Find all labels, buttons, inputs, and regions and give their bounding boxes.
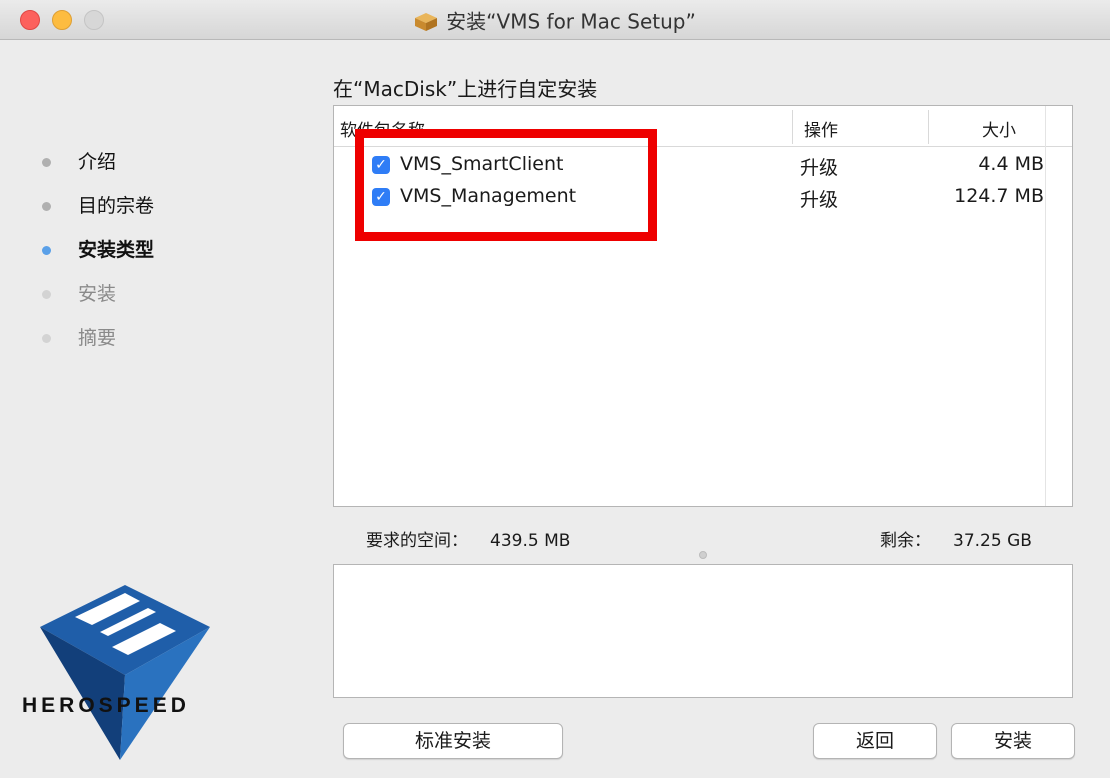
step-label: 摘要 (78, 327, 117, 349)
space-required-value: 439.5 MB (490, 531, 571, 551)
column-header-size[interactable]: 大小 (982, 116, 1016, 141)
step-label: 介绍 (78, 151, 117, 173)
space-remaining-label: 剩余： (880, 531, 931, 551)
page-heading: 在“MacDisk”上进行自定安装 (333, 77, 598, 101)
package-icon (415, 12, 438, 31)
window-title-text: 安装“VMS for Mac Setup” (446, 9, 696, 34)
step-dot (42, 202, 51, 211)
step-dot-current (42, 246, 51, 255)
column-divider (792, 110, 793, 144)
space-remaining-value: 37.25 GB (953, 531, 1032, 551)
step-label: 安装类型 (78, 239, 155, 261)
window-title: 安装“VMS for Mac Setup” (0, 0, 1110, 40)
annotation-highlight-box (355, 129, 657, 241)
package-size: 4.4 MB (978, 153, 1044, 175)
back-button[interactable]: 返回 (813, 723, 937, 759)
install-button[interactable]: 安装 (951, 723, 1075, 759)
logo-text: HEROSPEED (22, 694, 190, 717)
package-description-pane (333, 564, 1073, 698)
column-header-action[interactable]: 操作 (804, 116, 838, 141)
column-divider (928, 110, 929, 144)
step-dot (42, 334, 51, 343)
herospeed-logo: HEROSPEED (22, 585, 210, 760)
space-required-label: 要求的空间： (366, 531, 468, 551)
space-required: 要求的空间： 439.5 MB (366, 526, 570, 551)
package-action: 升级 (800, 189, 839, 211)
space-remaining: 剩余： 37.25 GB (880, 526, 1032, 551)
step-dot (42, 290, 51, 299)
package-size: 124.7 MB (954, 185, 1044, 207)
title-bar: 安装“VMS for Mac Setup” (0, 0, 1110, 40)
step-dot (42, 158, 51, 167)
step-label: 安装 (78, 283, 117, 305)
pane-splitter-handle[interactable] (699, 551, 707, 559)
step-label: 目的宗卷 (78, 195, 155, 217)
package-action: 升级 (800, 157, 839, 179)
standard-install-button[interactable]: 标准安装 (343, 723, 563, 759)
